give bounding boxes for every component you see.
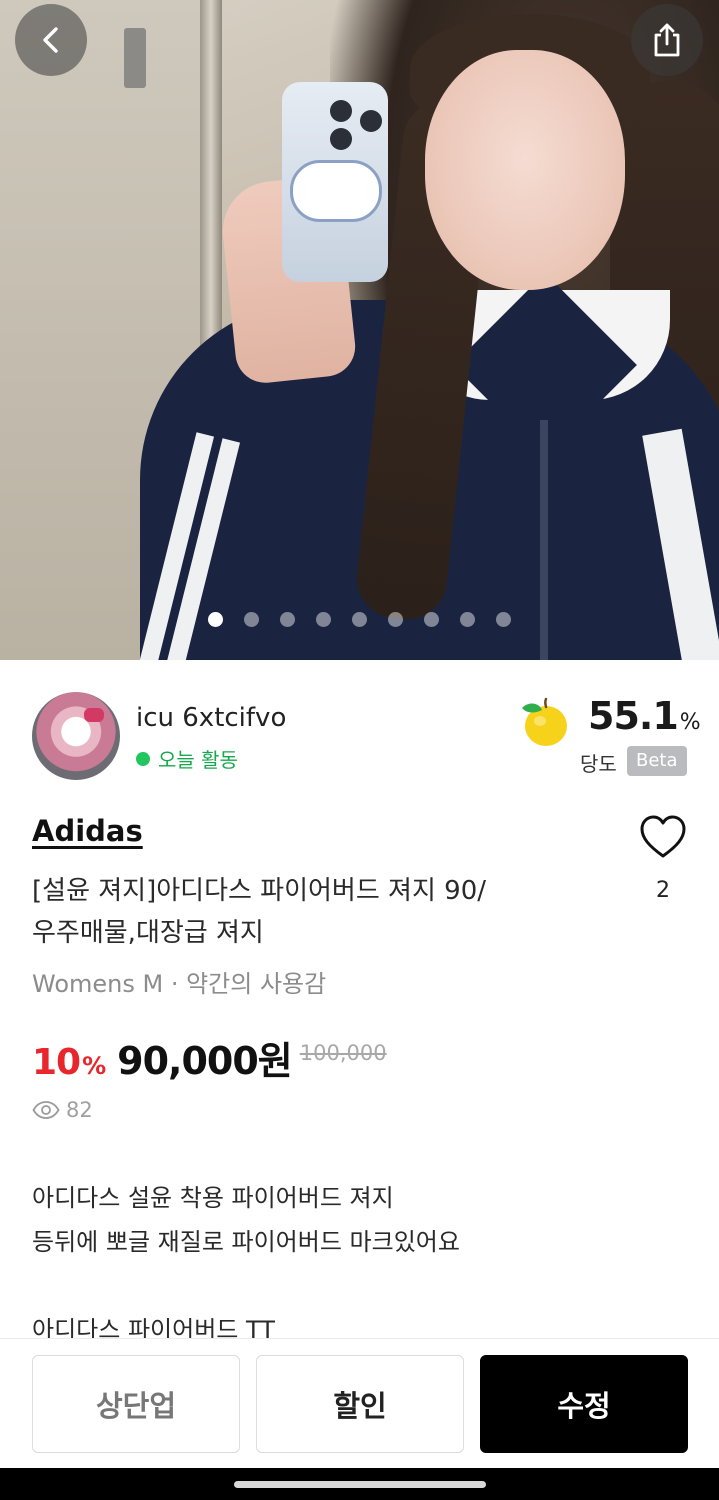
carousel-dot[interactable] bbox=[208, 612, 223, 627]
product-photo-carousel[interactable] bbox=[0, 0, 719, 660]
product-title: [설윤 져지]아디다스 파이어버드 져지 90/ 우주매물,대장급 져지 bbox=[32, 876, 486, 948]
product-subinfo: Womens M · 약간의 사용감 bbox=[32, 970, 327, 998]
carousel-dot[interactable] bbox=[424, 612, 439, 627]
like-count: 2 bbox=[656, 878, 670, 903]
activity-status: 오늘 활동 bbox=[136, 744, 238, 773]
discount-rate: 10% bbox=[32, 1042, 106, 1083]
sweetness-score: 55.1% bbox=[588, 694, 701, 738]
yellow-apple-icon bbox=[522, 697, 567, 746]
sweetness-label: 당도 bbox=[580, 752, 617, 776]
carousel-dot[interactable] bbox=[352, 612, 367, 627]
activity-label: 오늘 활동 bbox=[158, 748, 238, 772]
online-dot-icon bbox=[136, 751, 150, 766]
sale-price: 90,000원 bbox=[117, 1039, 293, 1083]
carousel-dot[interactable] bbox=[244, 612, 259, 627]
eye-icon bbox=[32, 1101, 60, 1119]
carousel-dot[interactable] bbox=[460, 612, 475, 627]
photo-face bbox=[425, 50, 625, 290]
seller-avatar[interactable] bbox=[32, 692, 120, 780]
edit-button[interactable]: 수정 bbox=[480, 1355, 688, 1453]
beta-badge: Beta bbox=[627, 746, 687, 776]
share-button[interactable] bbox=[631, 4, 703, 76]
carousel-dot[interactable] bbox=[388, 612, 403, 627]
view-count: 82 bbox=[32, 1098, 93, 1122]
like-heart-icon[interactable] bbox=[639, 814, 687, 860]
carousel-dot[interactable] bbox=[496, 612, 511, 627]
home-indicator[interactable] bbox=[234, 1481, 486, 1488]
carousel-dot[interactable] bbox=[280, 612, 295, 627]
bump-up-button[interactable]: 상단업 bbox=[32, 1355, 240, 1453]
discount-button[interactable]: 할인 bbox=[256, 1355, 464, 1453]
original-price: 100,000 bbox=[299, 1041, 387, 1065]
price-row: 10% 90,000원 100,000 bbox=[32, 1030, 387, 1085]
product-description: 아디다스 설윤 착용 파이어버드 져지 등뒤에 뽀글 재질로 파이어버드 마크있… bbox=[32, 1184, 460, 1344]
share-icon bbox=[654, 23, 680, 57]
back-button[interactable] bbox=[15, 4, 87, 76]
carousel-pagination bbox=[0, 612, 719, 628]
carousel-dot[interactable] bbox=[316, 612, 331, 627]
brand-link[interactable]: Adidas bbox=[32, 814, 143, 848]
seller-name[interactable]: icu 6xtcifvo bbox=[136, 703, 286, 733]
chevron-left-icon bbox=[43, 27, 58, 53]
product-detail-page: icu 6xtcifvo 오늘 활동 55.1% 당도 Beta Adidas … bbox=[0, 0, 719, 1500]
